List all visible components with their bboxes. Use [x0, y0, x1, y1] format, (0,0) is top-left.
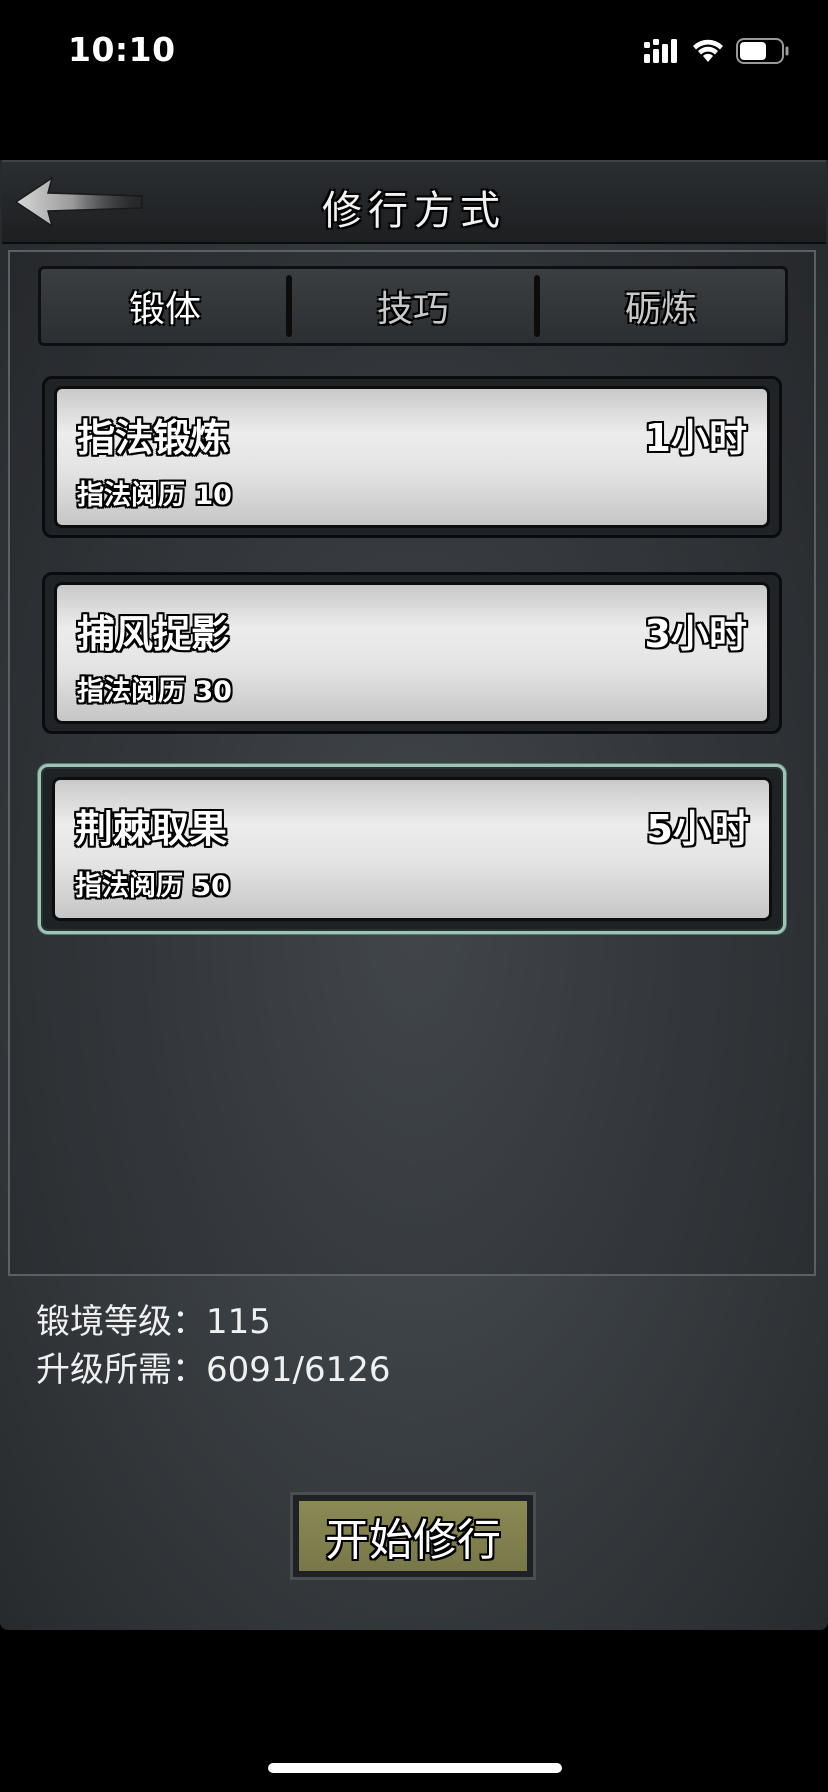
header-bar: 修行方式	[2, 160, 826, 244]
training-card-1[interactable]: 指法锻炼 1小时 指法阅历 10	[42, 376, 782, 538]
page-title: 修行方式	[322, 188, 506, 234]
status-time: 10:10	[68, 30, 176, 69]
training-duration: 3小时	[644, 612, 747, 656]
training-duration: 5小时	[646, 807, 749, 851]
wifi-icon	[692, 39, 724, 67]
upgrade-label: 升级所需：	[36, 1350, 206, 1390]
training-name: 指法锻炼	[77, 416, 230, 460]
training-name: 捕风捉影	[77, 612, 230, 656]
training-card-body: 捕风捉影 3小时 指法阅历 30	[54, 582, 770, 724]
game-panel: 修行方式 锻体 技巧 砺炼 指法锻炼 1小时 指法阅历 10 捕风捉影 3小时 …	[0, 160, 828, 1630]
cellular-signal-icon	[644, 39, 680, 67]
level-row: 锻境等级：115	[36, 1298, 391, 1346]
training-card-3[interactable]: 荆棘取果 5小时 指法阅历 50	[38, 764, 786, 934]
home-indicator[interactable]	[268, 1763, 562, 1773]
upgrade-row: 升级所需：6091/6126	[36, 1346, 391, 1394]
tab-body-tempering[interactable]: 锻体	[41, 269, 289, 343]
training-card-2[interactable]: 捕风捉影 3小时 指法阅历 30	[42, 572, 782, 734]
status-bar: 10:10	[0, 0, 828, 110]
level-label: 锻境等级：	[36, 1302, 206, 1342]
training-reward: 指法阅历 50	[75, 871, 230, 902]
start-training-label: 开始修行	[299, 1501, 527, 1571]
training-reward: 指法阅历 10	[77, 480, 232, 511]
training-name: 荆棘取果	[75, 807, 228, 851]
tab-skill[interactable]: 技巧	[286, 269, 537, 343]
battery-icon	[736, 38, 790, 68]
tab-trial[interactable]: 砺炼	[534, 269, 785, 343]
start-training-button[interactable]: 开始修行	[290, 1492, 536, 1580]
training-duration: 1小时	[644, 416, 747, 460]
stats-panel: 锻境等级：115 升级所需：6091/6126	[36, 1298, 391, 1394]
tab-bar: 锻体 技巧 砺炼	[38, 266, 788, 346]
status-icons	[644, 38, 790, 68]
upgrade-value: 6091/6126	[206, 1350, 391, 1390]
level-value: 115	[206, 1302, 271, 1342]
training-card-body: 荆棘取果 5小时 指法阅历 50	[52, 777, 772, 921]
training-reward: 指法阅历 30	[77, 676, 232, 707]
training-card-body: 指法锻炼 1小时 指法阅历 10	[54, 386, 770, 528]
